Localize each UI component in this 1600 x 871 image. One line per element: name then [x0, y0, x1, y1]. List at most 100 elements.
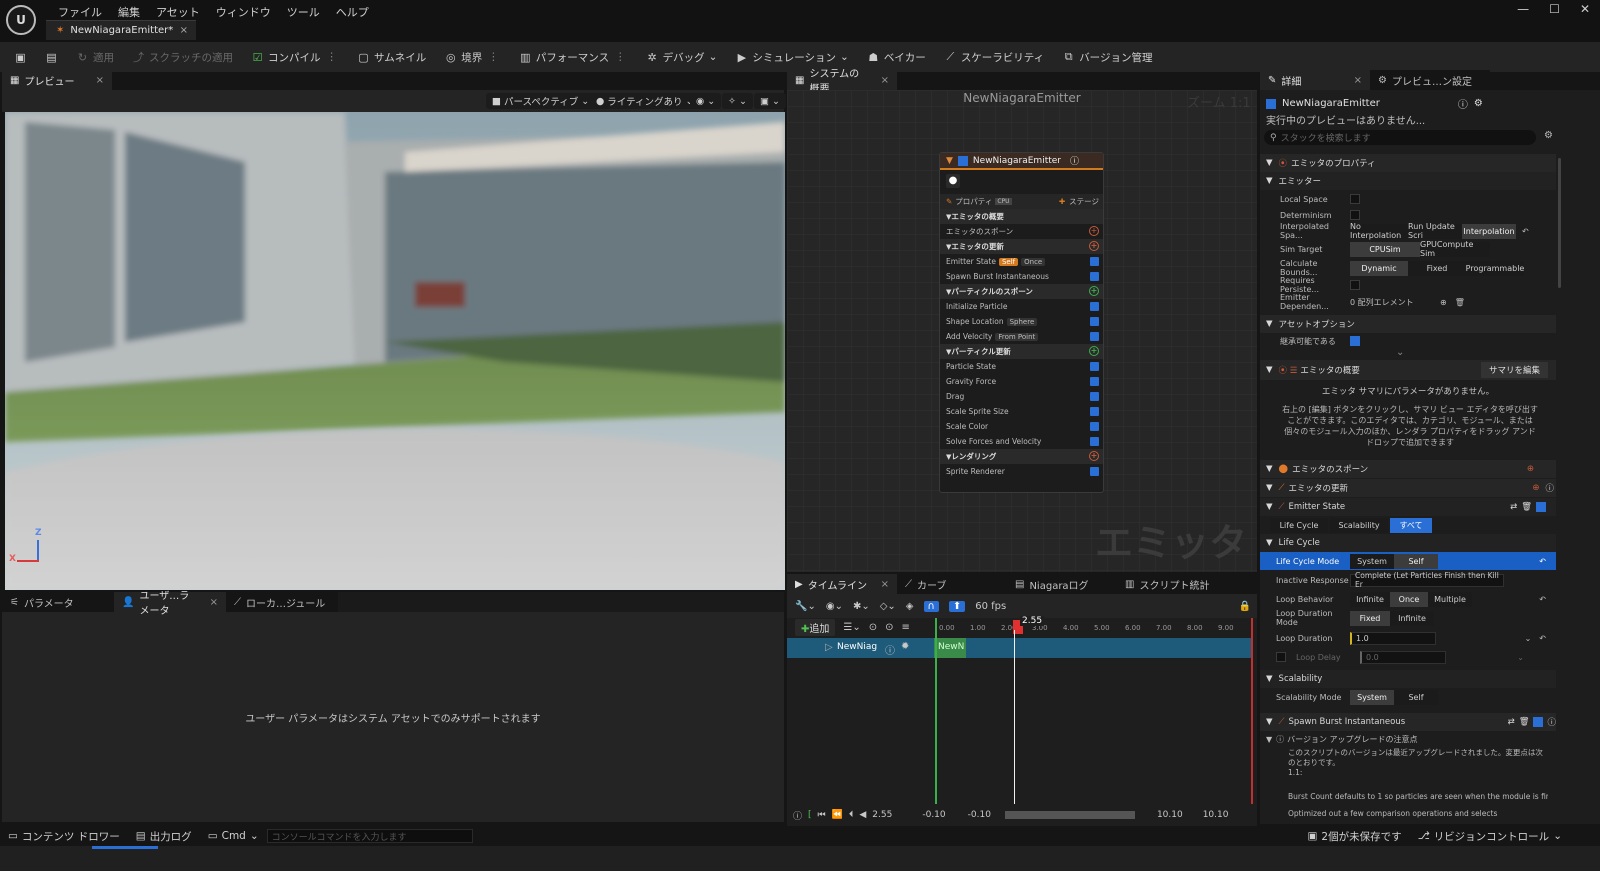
enabled-checkbox[interactable]	[1090, 392, 1099, 401]
close-icon[interactable]: ×	[210, 597, 218, 608]
baker-button[interactable]: ☗ ベイカー	[859, 47, 934, 68]
emitter-node[interactable]: ▼ NewNiagaraEmitter ⓘ ● ✎ プロパティ CPU ✚ ステ…	[939, 152, 1104, 493]
preview-viewport[interactable]: Z X	[5, 112, 785, 590]
current-time[interactable]: 2.55	[872, 810, 892, 820]
menu-help[interactable]: ヘルプ	[328, 3, 377, 21]
tab-user-parameters[interactable]: 👤 ユーザ…ラメータ ×	[114, 591, 226, 617]
enabled-checkbox[interactable]	[1090, 257, 1099, 266]
node-module-row[interactable]: Particle State	[940, 359, 1103, 374]
loop-dur-input[interactable]: 1.0	[1350, 631, 1436, 645]
close-icon[interactable]: ×	[1354, 75, 1362, 86]
debug-button[interactable]: ✲ デバッグ ⌄	[638, 47, 726, 68]
node-section[interactable]: ▼ パーティクル更新 +	[940, 344, 1103, 359]
details-scrollbar[interactable]	[1558, 158, 1561, 288]
output-log-button[interactable]: ▤ 出力ログ	[128, 826, 200, 847]
enabled-checkbox[interactable]	[1090, 302, 1099, 311]
trash-icon[interactable]: 🗑	[1521, 502, 1532, 512]
enabled-checkbox[interactable]	[1090, 467, 1099, 476]
add-module-icon[interactable]: +	[1089, 451, 1099, 461]
compile-button[interactable]: ☑ コンパイル ⋮	[243, 47, 347, 68]
info-icon[interactable]: ⓘ	[793, 809, 802, 822]
enabled-checkbox[interactable]	[1090, 362, 1099, 371]
interp-option-interpolation[interactable]: Interpolation	[1462, 223, 1516, 239]
cassette-icon[interactable]: ⊙	[885, 622, 893, 633]
bounds-option-dynamic[interactable]: Dynamic	[1350, 260, 1408, 276]
shuffle-icon[interactable]: ⇄	[1510, 502, 1517, 512]
enabled-checkbox[interactable]	[1090, 437, 1099, 446]
node-module-row[interactable]: Emitter State Self Once	[940, 254, 1103, 269]
thumbnail-button[interactable]: ▢ サムネイル	[349, 47, 434, 68]
add-module-icon[interactable]: ⊕	[1532, 483, 1539, 493]
row-life-cycle-mode[interactable]: Life Cycle Mode System Self ↶	[1260, 552, 1556, 570]
node-module-row[interactable]: Drag	[940, 389, 1103, 404]
ldm-option-infinite[interactable]: Infinite	[1390, 610, 1434, 626]
bracket-icon[interactable]: [	[808, 810, 812, 820]
loop-option-infinite[interactable]: Infinite	[1350, 591, 1390, 607]
close-icon[interactable]: ×	[881, 579, 889, 590]
menu-window[interactable]: ウィンドウ	[208, 3, 279, 21]
menu-edit[interactable]: 編集	[110, 3, 148, 21]
node-module-row[interactable]: Spawn Burst Instantaneous	[940, 269, 1103, 284]
lc-option-system[interactable]: System	[1350, 553, 1394, 569]
tab-niagara-log[interactable]: ▤ Niagaraログ	[1007, 574, 1117, 594]
bounds-option-fixed[interactable]: Fixed	[1408, 260, 1466, 276]
expand-chevron-icon[interactable]: ⌄	[1396, 347, 1404, 358]
more-options-icon[interactable]: ⋮	[486, 51, 501, 63]
info-icon[interactable]: ⓘ	[1070, 154, 1079, 167]
scal-option-self[interactable]: Self	[1394, 689, 1438, 705]
console-input[interactable]: コンソールコマンドを入力します	[266, 829, 473, 843]
settings-gear-icon[interactable]: ⚙	[1544, 130, 1553, 141]
track-row[interactable]: ▷ NewNiag ⓘ ✹ NewN	[787, 638, 1253, 658]
end-marker[interactable]	[1251, 618, 1253, 804]
tab-script-stats[interactable]: ▥ スクリプト統計	[1117, 574, 1227, 594]
collapse-arrow-icon[interactable]: ▼	[946, 156, 953, 166]
tab-parameters[interactable]: ⚟ パラメータ	[2, 592, 114, 612]
fps-label[interactable]: 60 fps	[975, 601, 1006, 612]
more-options-icon[interactable]: ⋮	[325, 51, 340, 63]
loop-delay-checkbox[interactable]	[1276, 652, 1286, 662]
document-tab[interactable]: ✶ NewNiagaraEmitter* ×	[46, 20, 196, 40]
enabled-checkbox[interactable]	[1090, 317, 1099, 326]
perspective-button[interactable]: ■ パースペクティブ ⌄	[486, 93, 596, 109]
version-control-button[interactable]: ⧉ バージョン管理	[1054, 47, 1160, 68]
node-module-row[interactable]: エミッタのスポーン +	[940, 224, 1103, 239]
info-icon[interactable]: ⓘ	[885, 642, 895, 657]
prev-frame-icon[interactable]: ⏴	[849, 810, 854, 820]
expand-arrow-icon[interactable]: ▷	[825, 642, 833, 653]
menu-file[interactable]: ファイル	[50, 3, 110, 21]
node-module-row[interactable]: Initialize Particle	[940, 299, 1103, 314]
section-emitter[interactable]: ▼ エミッター	[1260, 172, 1556, 190]
local-space-checkbox[interactable]	[1350, 194, 1360, 204]
reset-arrow-icon[interactable]: ↶	[1539, 557, 1546, 566]
eye-icon[interactable]: ◉⌄	[826, 601, 843, 612]
reset-arrow-icon[interactable]: ↶	[1539, 595, 1546, 604]
scalability-button[interactable]: ⟋ スケーラビリティ	[936, 47, 1052, 68]
section-emitter-state[interactable]: ▼ ⟋ Emitter State ⇄ 🗑	[1260, 498, 1556, 516]
tab-curve[interactable]: ⟋ カーブ	[897, 574, 1007, 594]
gear-icon[interactable]: ⚙	[1474, 98, 1483, 109]
close-icon[interactable]: ×	[96, 75, 104, 86]
determinism-checkbox[interactable]	[1350, 210, 1360, 220]
reset-arrow-icon[interactable]: ↶	[1539, 634, 1546, 643]
apply-scratch-button[interactable]: ⤴ スクラッチの適用	[124, 47, 241, 68]
enabled-checkbox[interactable]	[1090, 407, 1099, 416]
section-emitter-spawn[interactable]: ▼ ⬤ エミッタのスポーン ⊕	[1260, 460, 1556, 478]
wrench-icon[interactable]: 🔧⌄	[795, 601, 816, 612]
playhead-line[interactable]	[1014, 630, 1015, 804]
filter-icon[interactable]: ☰⌄	[843, 622, 860, 633]
layout-button[interactable]: ▣ ⌄	[754, 93, 786, 109]
module-enabled-checkbox[interactable]	[1536, 502, 1546, 512]
reset-arrow-icon[interactable]: ↶	[1522, 227, 1529, 236]
skip-start-icon[interactable]: ⏮	[818, 810, 826, 820]
node-section[interactable]: ▼ レンダリング +	[940, 449, 1103, 464]
ldm-option-fixed[interactable]: Fixed	[1350, 610, 1390, 626]
stack-search-input[interactable]: ⚲ スタックを検索します	[1264, 130, 1536, 145]
scrub-bar[interactable]	[1004, 811, 1135, 819]
inactive-dropdown[interactable]: Complete (Let Particles Finish then Kill…	[1350, 571, 1504, 589]
view-start[interactable]: -0.10	[968, 810, 991, 820]
node-module-row[interactable]: Scale Sprite Size	[940, 404, 1103, 419]
diamond-icon[interactable]: ◈	[906, 601, 914, 612]
magnet-icon[interactable]: ∩	[923, 600, 939, 612]
unreal-logo-icon[interactable]: U	[6, 5, 36, 35]
start-marker[interactable]	[935, 618, 937, 804]
